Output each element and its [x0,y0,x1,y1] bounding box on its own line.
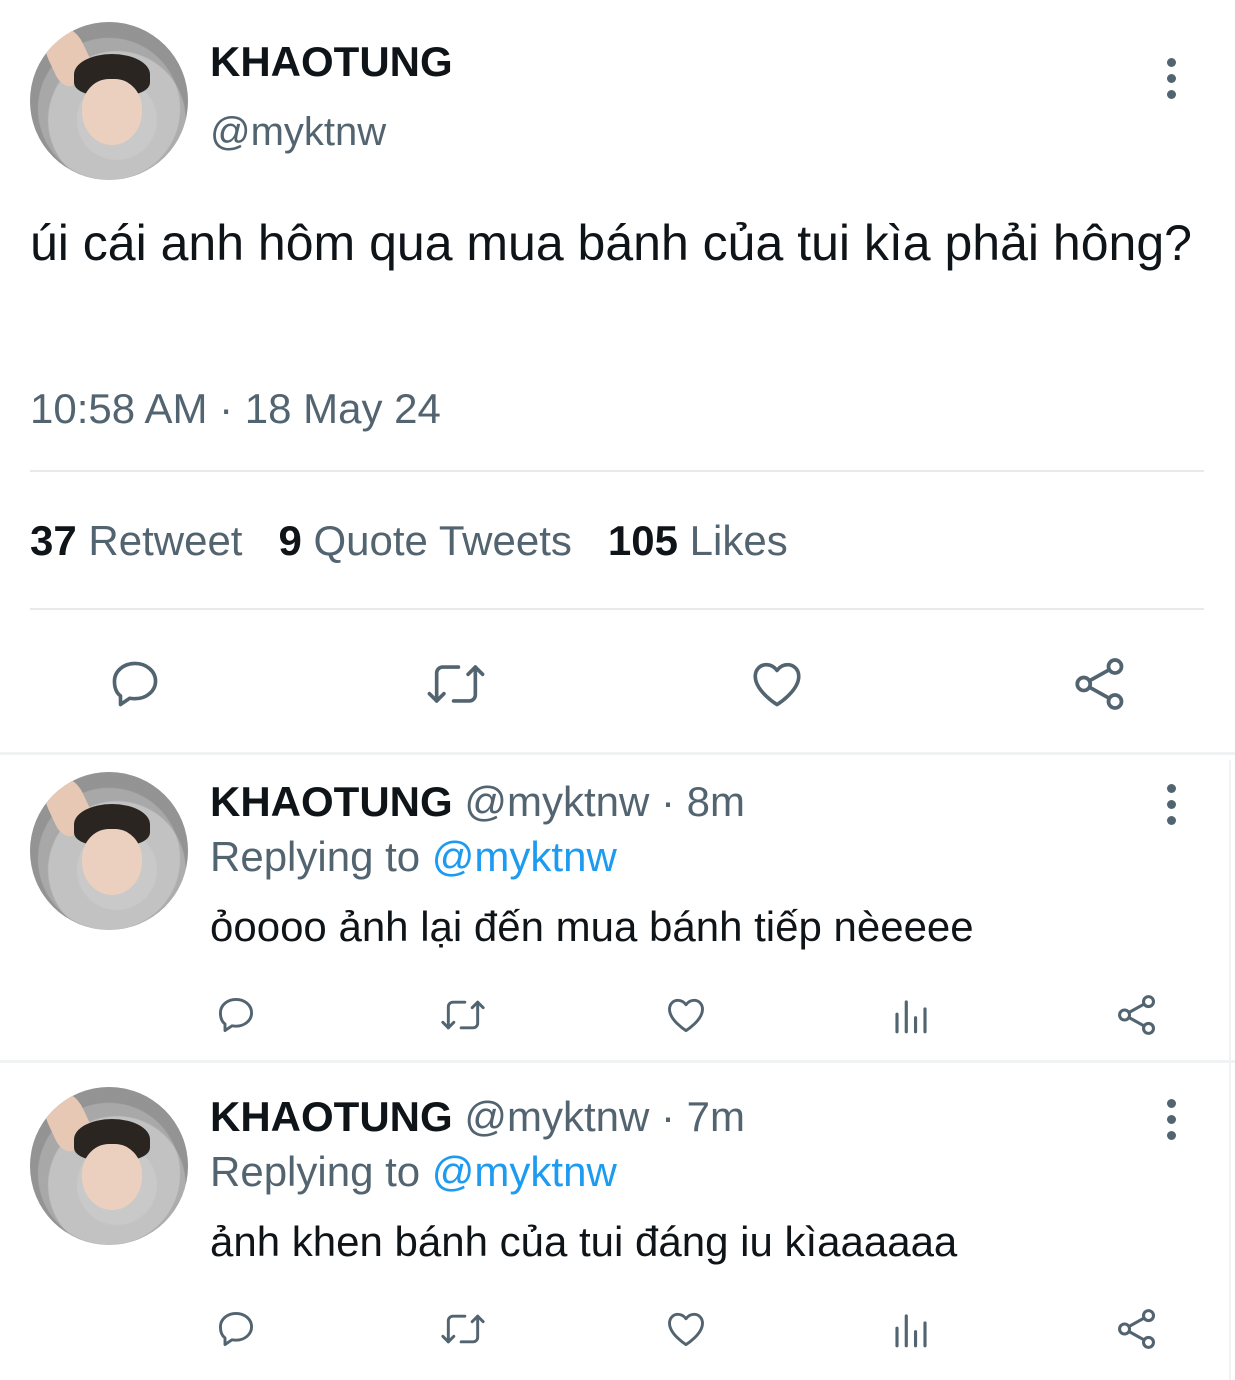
analytics-icon[interactable] [890,995,932,1037]
reply-author-avatar[interactable] [30,772,188,930]
heart-icon[interactable] [747,655,807,713]
reply-text: ỏoooo ảnh lại đến mua bánh tiếp nèeeee [210,903,974,950]
more-options-icon[interactable] [1164,1099,1178,1140]
reply-icon[interactable] [214,1307,258,1351]
replying-mention[interactable]: @myktnw [432,1148,617,1195]
reply-icon[interactable] [214,993,258,1037]
reply-handle-time[interactable]: @myktnw · 7m [464,1093,745,1140]
retweet-icon[interactable] [424,655,488,713]
share-icon[interactable] [1114,992,1160,1038]
divider [30,608,1204,610]
replying-prefix: Replying to [210,833,421,880]
more-options-icon[interactable] [1164,784,1178,825]
retweet-icon[interactable] [438,993,488,1037]
reply-icon[interactable] [106,655,164,713]
heart-icon[interactable] [663,993,709,1037]
retweets-stat[interactable]: 37 Retweet [30,517,242,564]
heart-icon[interactable] [663,1307,709,1351]
reply-header: KHAOTUNG @myktnw · 8m [210,778,745,826]
share-icon[interactable] [1070,654,1130,714]
divider [30,470,1204,472]
replying-to: Replying to @myktnw [210,1148,617,1196]
tweet-stats: 37 Retweet 9 Quote Tweets 105 Likes [30,517,788,565]
timeline-border [1229,760,1231,1380]
share-icon[interactable] [1114,1306,1160,1352]
likes-stat[interactable]: 105 Likes [608,517,788,564]
divider [0,752,1235,755]
author-handle[interactable]: @myktnw [210,110,386,155]
reply-text: ảnh khen bánh của tui đáng iu kìaaaaaa [210,1218,958,1265]
quotes-label: Quote Tweets [313,517,572,564]
reply-author-avatar[interactable] [30,1087,188,1245]
reply-display-name[interactable]: KHAOTUNG [210,778,453,825]
author-avatar[interactable] [30,22,188,180]
reply-handle-time[interactable]: @myktnw · 8m [464,778,745,825]
likes-count: 105 [607,517,678,564]
analytics-icon[interactable] [890,1309,932,1351]
divider [0,1060,1235,1063]
reply-header: KHAOTUNG @myktnw · 7m [210,1093,745,1141]
quotes-stat[interactable]: 9 Quote Tweets [278,517,571,564]
replying-mention[interactable]: @myktnw [432,833,617,880]
retweet-icon[interactable] [438,1307,488,1351]
more-options-icon[interactable] [1164,58,1178,99]
retweets-count: 37 [30,517,77,564]
tweet-text: úi cái anh hôm qua mua bánh của tui kìa … [30,215,1192,271]
retweets-label: Retweet [88,517,243,564]
replying-to: Replying to @myktnw [210,833,617,881]
likes-label: Likes [689,517,788,564]
author-display-name[interactable]: KHAOTUNG [210,38,453,86]
tweet-timestamp[interactable]: 10:58 AM · 18 May 24 [30,385,441,433]
reply-display-name[interactable]: KHAOTUNG [210,1093,453,1140]
replying-prefix: Replying to [210,1148,421,1195]
quotes-count: 9 [278,517,302,564]
